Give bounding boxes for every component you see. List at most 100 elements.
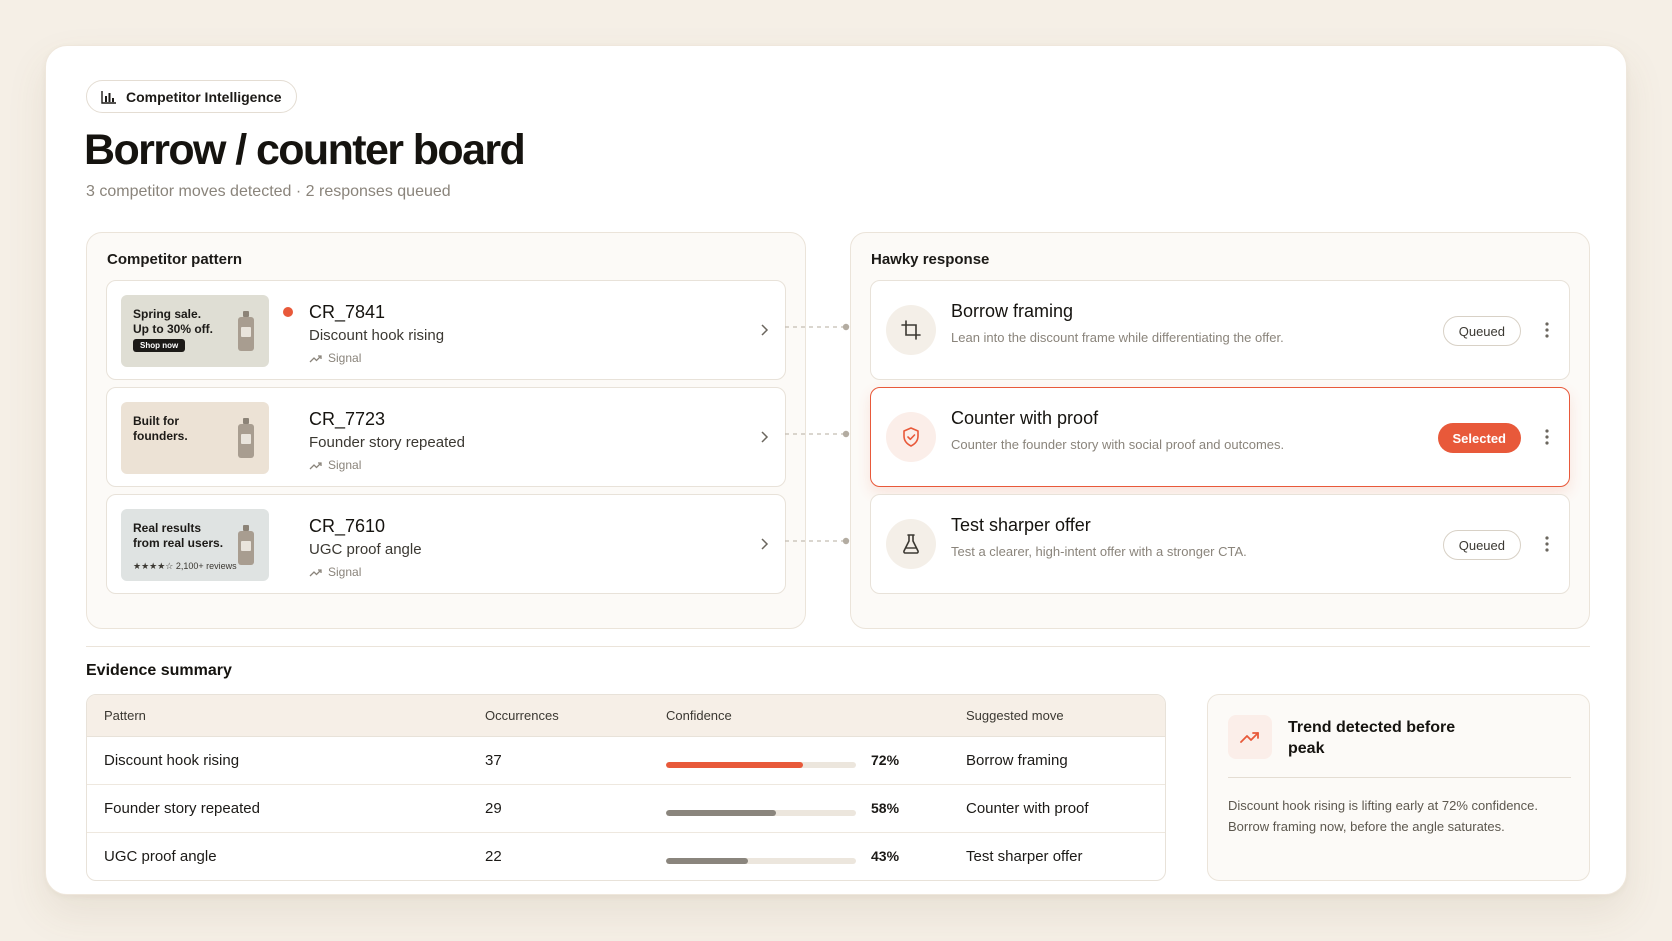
competitor-pattern-panel: Competitor pattern Spring sale. Up to 30… — [86, 232, 806, 629]
competitor-id: CR_7841 — [309, 302, 386, 322]
cell-confidence: 58% — [871, 800, 900, 816]
cell-pattern: Discount hook rising — [104, 752, 240, 769]
competitor-intelligence-chip[interactable]: Competitor Intelligence — [86, 80, 297, 113]
competitor-row-cr7610[interactable]: Real results from real users. ★★★★☆ 2,10… — [106, 494, 786, 594]
competitor-desc: UGC proof angle — [309, 541, 422, 558]
ad-thumbnail: Built for founders. — [121, 402, 269, 474]
response-icon-wrap — [886, 412, 936, 462]
table-row[interactable]: UGC proof angle 22 43% Test sharper offe… — [87, 833, 1165, 880]
new-signal-dot — [283, 307, 293, 317]
more-options-icon[interactable] — [1545, 535, 1549, 553]
cell-occurrences: 29 — [485, 800, 502, 817]
ad-thumbnail: Real results from real users. ★★★★☆ 2,10… — [121, 509, 269, 581]
section-divider — [86, 646, 1590, 647]
cell-suggested-move: Borrow framing — [966, 752, 1068, 769]
thumb-cta: Shop now — [133, 339, 186, 352]
signal-text: Signal — [328, 351, 362, 365]
bottle-icon — [238, 311, 254, 351]
confidence-bar — [666, 762, 856, 768]
signal-label: Signal — [309, 351, 361, 365]
trending-up-icon — [309, 354, 322, 362]
response-icon-wrap — [886, 305, 936, 355]
chevron-right-icon[interactable] — [759, 323, 769, 337]
confidence-bar-fill — [666, 810, 777, 816]
status-badge[interactable]: Selected — [1437, 423, 1521, 453]
more-options-icon[interactable] — [1545, 321, 1549, 339]
page-title: Borrow / counter board — [84, 126, 526, 174]
competitor-desc: Discount hook rising — [309, 327, 445, 344]
connector-line — [785, 537, 850, 545]
column-header-pattern[interactable]: Pattern — [104, 708, 146, 723]
shield-check-icon — [903, 427, 919, 447]
response-title: Borrow framing — [951, 301, 1074, 321]
response-desc: Test a clearer, high-intent offer with a… — [951, 544, 1247, 559]
flask-icon — [903, 534, 919, 554]
trend-divider — [1228, 777, 1571, 778]
competitor-row-cr7723[interactable]: Built for founders. CR_7723 Founder stor… — [106, 387, 786, 487]
confidence-bar-fill — [666, 762, 803, 768]
chevron-right-icon[interactable] — [759, 537, 769, 551]
hawky-response-panel: Hawky response Borrow framing Lean into … — [850, 232, 1590, 629]
page-subtitle: 3 competitor moves detected · 2 response… — [86, 183, 451, 200]
table-row[interactable]: Discount hook rising 37 72% Borrow frami… — [87, 737, 1165, 785]
cell-suggested-move: Test sharper offer — [966, 848, 1083, 865]
trend-body: Discount hook rising is lifting early at… — [1228, 798, 1538, 834]
panel-title: Hawky response — [871, 251, 990, 268]
evidence-summary-title: Evidence summary — [86, 662, 232, 679]
column-header-confidence[interactable]: Confidence — [666, 708, 732, 723]
table-row[interactable]: Founder story repeated 29 58% Counter wi… — [87, 785, 1165, 833]
bottle-icon — [238, 525, 254, 565]
cell-occurrences: 37 — [485, 752, 502, 769]
trending-up-icon — [1240, 732, 1259, 743]
response-row-borrow-framing[interactable]: Borrow framing Lean into the discount fr… — [870, 280, 1570, 380]
confidence-bar — [666, 810, 856, 816]
confidence-bar-fill — [666, 858, 748, 864]
trend-title: Trend detected before peak — [1288, 719, 1456, 757]
thumb-text: Built for founders. — [133, 414, 188, 443]
cell-confidence: 72% — [871, 752, 900, 768]
response-row-counter-with-proof[interactable]: Counter with proof Counter the founder s… — [870, 387, 1570, 487]
signal-label: Signal — [309, 458, 361, 472]
cell-occurrences: 22 — [485, 848, 502, 865]
panel-title: Competitor pattern — [107, 251, 242, 268]
response-desc: Counter the founder story with social pr… — [951, 437, 1285, 452]
column-header-suggested-move[interactable]: Suggested move — [966, 708, 1064, 723]
cell-pattern: UGC proof angle — [104, 848, 217, 865]
table-header: Pattern Occurrences Confidence Suggested… — [87, 695, 1165, 737]
thumb-text: Real results from real users. — [133, 521, 224, 550]
signal-text: Signal — [328, 458, 362, 472]
confidence-bar — [666, 858, 856, 864]
status-badge[interactable]: Queued — [1442, 530, 1521, 560]
column-header-occurrences[interactable]: Occurrences — [485, 708, 559, 723]
more-options-icon[interactable] — [1545, 428, 1549, 446]
thumb-rating: ★★★★☆ 2,100+ reviews — [133, 561, 237, 571]
competitor-id: CR_7610 — [309, 516, 386, 536]
status-badge[interactable]: Queued — [1442, 316, 1521, 346]
connector-line — [785, 430, 850, 438]
board-card: Competitor Intelligence Borrow / counter… — [45, 45, 1627, 895]
cell-confidence: 43% — [871, 848, 900, 864]
ad-thumbnail: Spring sale. Up to 30% off. Shop now — [121, 295, 269, 367]
bar-chart-icon — [101, 90, 116, 104]
connector-line — [785, 323, 850, 331]
cell-pattern: Founder story repeated — [104, 800, 260, 817]
signal-label: Signal — [309, 565, 361, 579]
response-title: Counter with proof — [951, 408, 1099, 428]
trend-icon-wrap — [1228, 715, 1272, 759]
cell-suggested-move: Counter with proof — [966, 800, 1089, 817]
chip-label: Competitor Intelligence — [126, 88, 282, 105]
trend-card: Trend detected before peak Discount hook… — [1207, 694, 1590, 881]
crop-icon — [901, 320, 921, 340]
response-icon-wrap — [886, 519, 936, 569]
competitor-row-cr7841[interactable]: Spring sale. Up to 30% off. Shop now CR_… — [106, 280, 786, 380]
trending-up-icon — [309, 461, 322, 469]
evidence-table: Pattern Occurrences Confidence Suggested… — [86, 694, 1166, 881]
bottle-icon — [238, 418, 254, 458]
thumb-text: Spring sale. Up to 30% off. — [133, 307, 213, 336]
trending-up-icon — [309, 568, 322, 576]
chevron-right-icon[interactable] — [759, 430, 769, 444]
response-desc: Lean into the discount frame while diffe… — [951, 330, 1284, 345]
response-row-test-sharper-offer[interactable]: Test sharper offer Test a clearer, high-… — [870, 494, 1570, 594]
response-title: Test sharper offer — [951, 515, 1091, 535]
competitor-desc: Founder story repeated — [309, 434, 465, 451]
